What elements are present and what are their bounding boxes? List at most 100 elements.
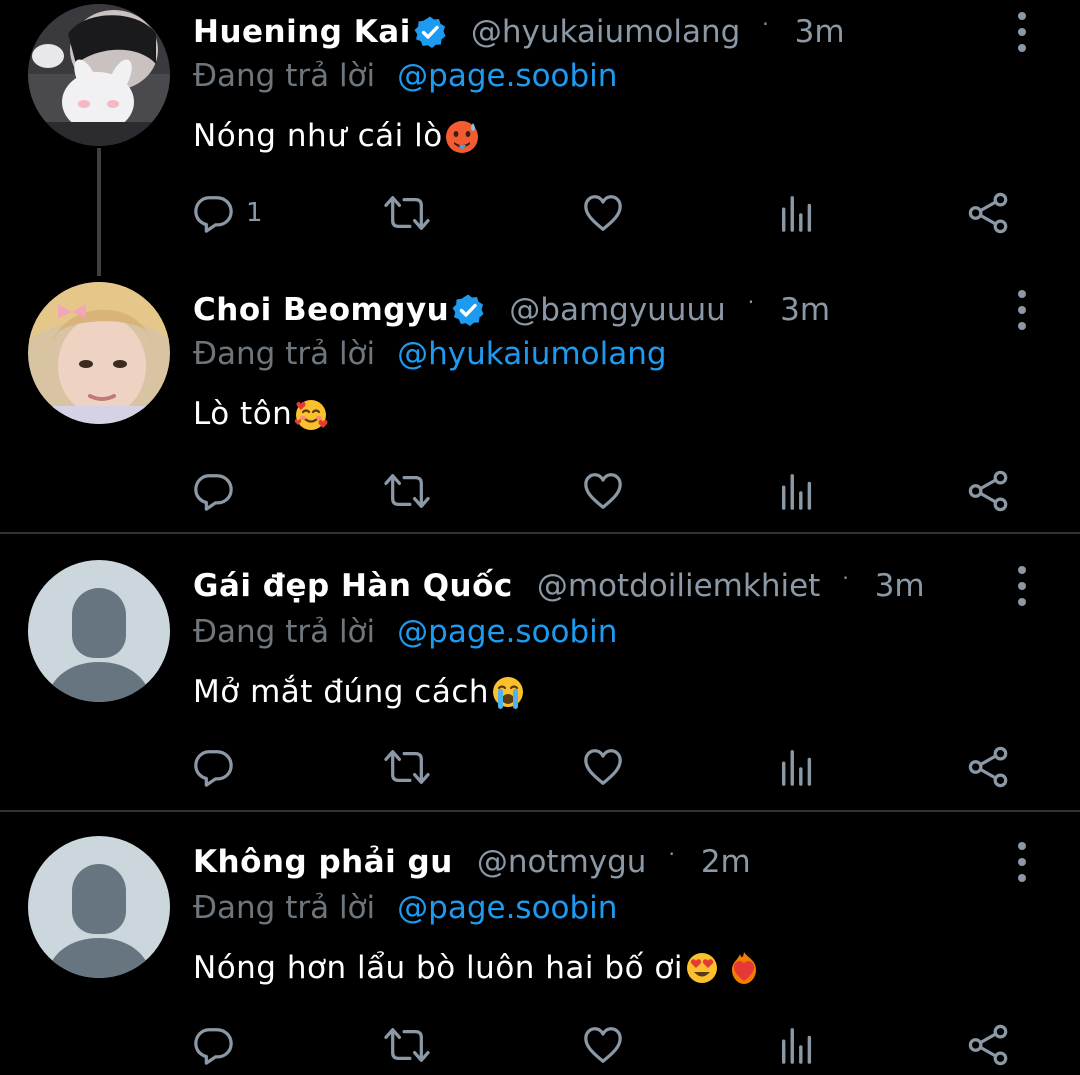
default-avatar[interactable] — [28, 836, 170, 978]
replying-to: Đang trả lời @hyukaiumolang — [193, 334, 667, 374]
mention-link[interactable]: @page.soobin — [397, 614, 617, 650]
views-button[interactable] — [778, 190, 816, 236]
like-button[interactable] — [582, 1022, 624, 1068]
more-options-icon[interactable] — [1010, 842, 1034, 882]
views-button[interactable] — [778, 468, 816, 514]
display-name[interactable]: Huening Kai — [193, 14, 411, 50]
user-handle[interactable]: @hyukaiumolang — [471, 14, 740, 50]
separator-dot: · — [747, 290, 755, 314]
timestamp[interactable]: 2m — [701, 844, 751, 880]
verified-badge-icon — [451, 293, 485, 327]
tweet[interactable]: Choi Beomgyu @bamgyuuuu · 3m Đang trả lờ… — [0, 270, 1080, 532]
user-handle[interactable]: @motdoiliemkhiet — [537, 568, 821, 604]
views-icon — [778, 192, 816, 234]
tweet-text: Nóng hơn lẩu bò luôn hai bố ơi — [193, 946, 762, 990]
reply-count: 1 — [246, 198, 263, 228]
timestamp[interactable]: 3m — [875, 568, 925, 604]
views-icon — [778, 1024, 816, 1066]
tweet-actions — [190, 744, 1020, 790]
timestamp[interactable]: 3m — [795, 14, 845, 50]
reply-icon — [192, 1024, 234, 1066]
like-icon — [582, 746, 624, 788]
tweet-header: Gái đẹp Hàn Quốc @motdoiliemkhiet · 3m — [193, 564, 925, 608]
tweet-text-content: Nóng hơn lẩu bò luôn hai bố ơi — [193, 950, 683, 986]
tweet-text-content: Nóng như cái lò — [193, 118, 443, 154]
tweet[interactable]: Không phải gu @notmygu · 2m Đang trả lời… — [0, 812, 1080, 1075]
reply-icon — [192, 746, 234, 788]
tweet-actions: 1 — [190, 190, 1020, 236]
tweet-text: Nóng như cái lò — [193, 114, 480, 158]
retweet-icon — [383, 1024, 431, 1066]
views-button[interactable] — [778, 1022, 816, 1068]
avatar[interactable] — [28, 282, 170, 424]
share-button[interactable] — [968, 744, 1010, 790]
separator-dot: · — [762, 12, 769, 36]
replying-to: Đang trả lời @page.soobin — [193, 56, 617, 96]
reply-button[interactable] — [192, 744, 234, 790]
default-avatar[interactable] — [28, 560, 170, 702]
verified-badge-icon — [413, 15, 447, 49]
views-icon — [778, 746, 816, 788]
retweet-icon — [383, 470, 431, 512]
share-icon — [968, 470, 1010, 512]
views-icon — [778, 470, 816, 512]
retweet-button[interactable] — [383, 744, 431, 790]
replying-to-label: Đang trả lời — [193, 890, 376, 926]
more-options-icon[interactable] — [1010, 12, 1034, 52]
tweet-header: Không phải gu @notmygu · 2m — [193, 840, 751, 884]
mention-link[interactable]: @page.soobin — [397, 58, 617, 94]
retweet-button[interactable] — [383, 468, 431, 514]
retweet-icon — [383, 746, 431, 788]
like-button[interactable] — [582, 744, 624, 790]
reply-button[interactable] — [192, 1022, 234, 1068]
retweet-button[interactable] — [383, 190, 431, 236]
like-icon — [582, 192, 624, 234]
replying-to-label: Đang trả lời — [193, 58, 376, 94]
views-button[interactable] — [778, 744, 816, 790]
tweet-text-content: Lò tôn — [193, 396, 293, 432]
share-button[interactable] — [968, 468, 1010, 514]
more-options-icon[interactable] — [1010, 290, 1034, 330]
retweet-button[interactable] — [383, 1022, 431, 1068]
like-button[interactable] — [582, 468, 624, 514]
replying-to: Đang trả lời @page.soobin — [193, 612, 617, 652]
tweet[interactable]: Huening Kai @hyukaiumolang · 3m Đang trả… — [0, 0, 1080, 270]
separator-dot: · — [668, 842, 675, 866]
reply-button[interactable] — [192, 468, 234, 514]
tweet-text: Lò tôn — [193, 392, 329, 436]
reply-icon — [192, 192, 234, 234]
like-icon — [582, 1024, 624, 1066]
avatar[interactable] — [28, 4, 170, 146]
more-options-icon[interactable] — [1010, 566, 1034, 606]
tweet[interactable]: Gái đẹp Hàn Quốc @motdoiliemkhiet · 3m Đ… — [0, 534, 1080, 810]
display-name[interactable]: Gái đẹp Hàn Quốc — [193, 568, 513, 604]
share-button[interactable] — [968, 1022, 1010, 1068]
retweet-icon — [383, 192, 431, 234]
user-handle[interactable]: @notmygu — [477, 844, 647, 880]
tweet-text: Mở mắt đúng cách — [193, 670, 526, 714]
reply-icon — [192, 470, 234, 512]
timestamp[interactable]: 3m — [780, 292, 830, 328]
like-icon — [582, 470, 624, 512]
heart-on-fire-emoji — [731, 952, 756, 984]
replying-to-label: Đang trả lời — [193, 336, 376, 372]
replying-to: Đang trả lời @page.soobin — [193, 888, 617, 928]
share-icon — [968, 1024, 1010, 1066]
display-name[interactable]: Choi Beomgyu — [193, 292, 449, 328]
like-button[interactable] — [582, 190, 624, 236]
share-icon — [968, 192, 1010, 234]
reply-button[interactable]: 1 — [192, 190, 263, 236]
display-name[interactable]: Không phải gu — [193, 844, 453, 880]
mention-link[interactable]: @page.soobin — [397, 890, 617, 926]
hot-face-emoji — [445, 121, 478, 153]
user-handle[interactable]: @bamgyuuuu — [509, 292, 726, 328]
tweet-actions — [190, 1022, 1020, 1068]
replying-to-label: Đang trả lời — [193, 614, 376, 650]
tweet-text-content: Mở mắt đúng cách — [193, 674, 490, 710]
mention-link[interactable]: @hyukaiumolang — [397, 336, 666, 372]
loudly-crying-face-emoji — [493, 677, 524, 709]
share-icon — [968, 746, 1010, 788]
tweet-header: Choi Beomgyu @bamgyuuuu · 3m — [193, 288, 830, 332]
tweet-header: Huening Kai @hyukaiumolang · 3m — [193, 10, 845, 54]
share-button[interactable] — [968, 190, 1010, 236]
